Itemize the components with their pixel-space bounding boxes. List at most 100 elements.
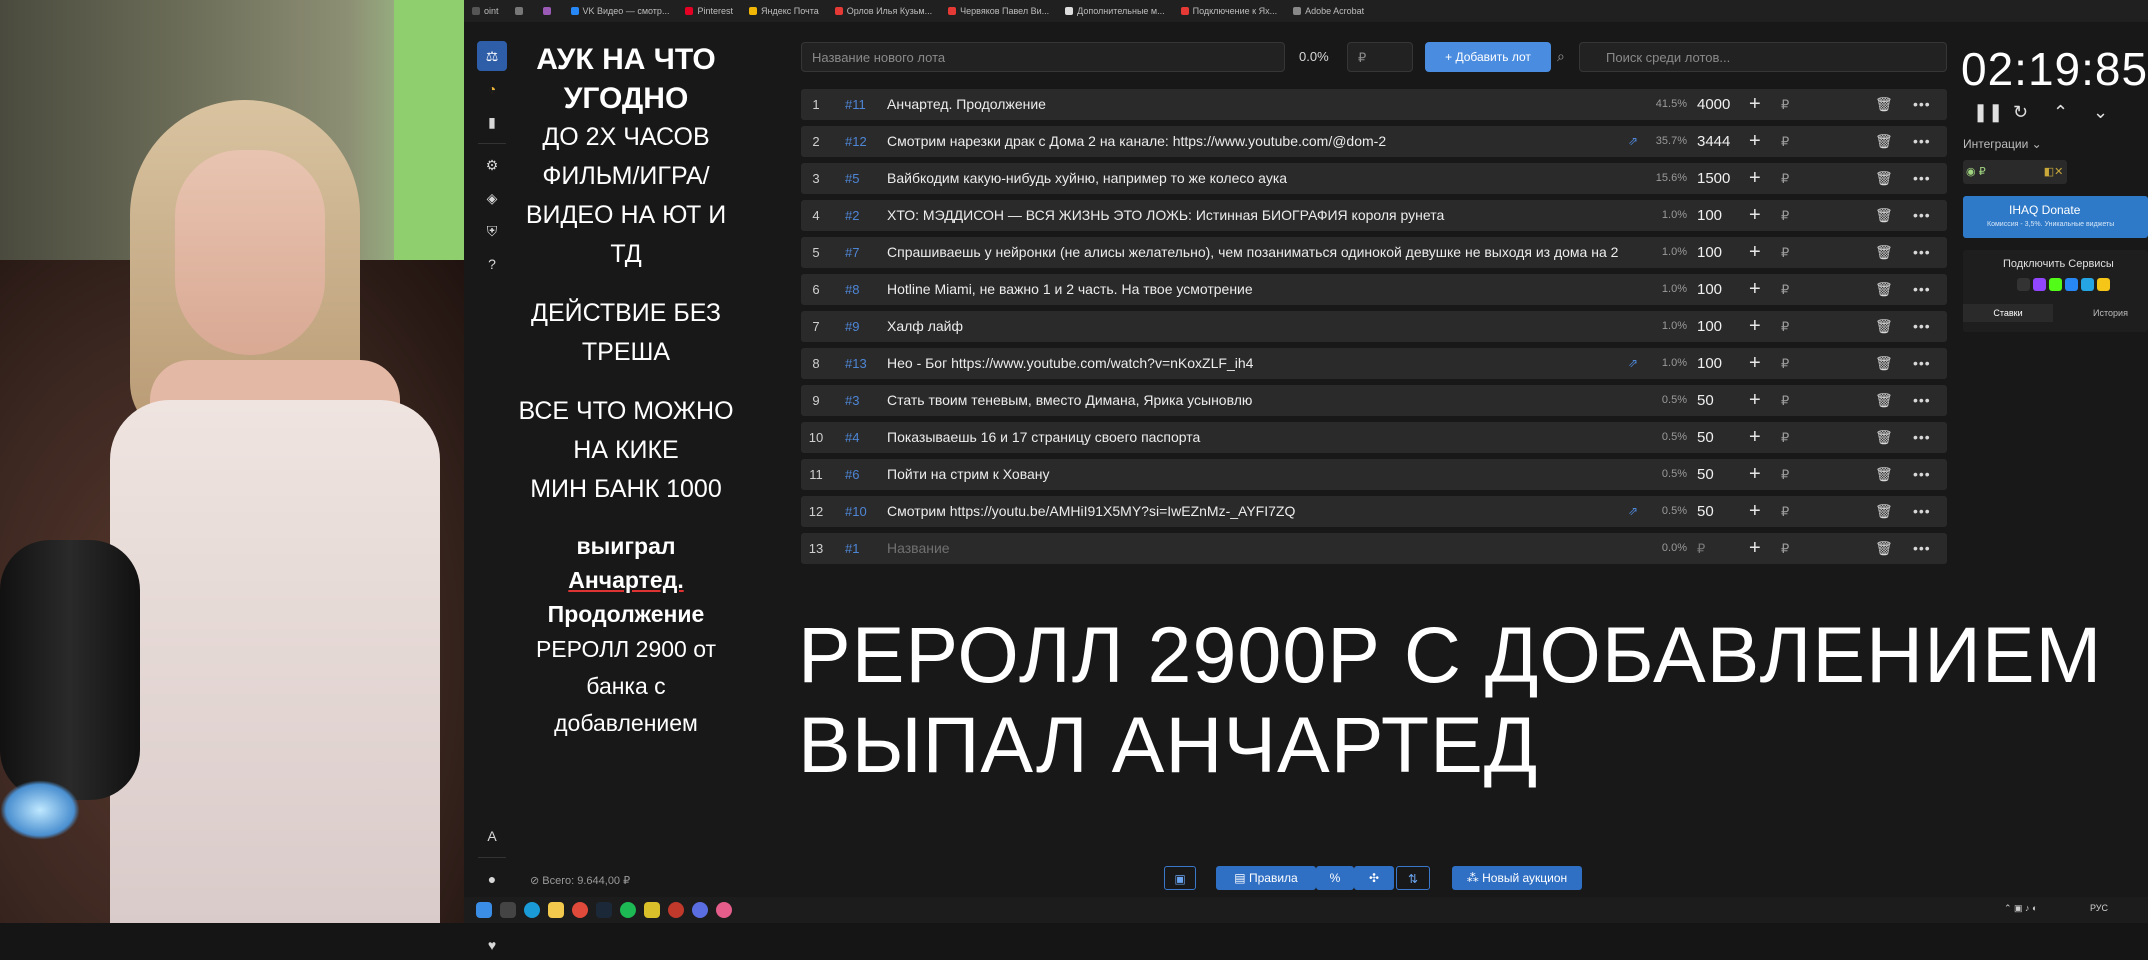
rules-button[interactable]: ▤ Правила bbox=[1216, 866, 1316, 890]
bid-amount-input[interactable]: ₽ bbox=[1781, 126, 1789, 157]
link-icon[interactable]: ⇗ bbox=[1628, 496, 1638, 527]
lot-amount[interactable]: 100 bbox=[1697, 274, 1722, 305]
lot-name[interactable]: Спрашиваешь у нейронки (не алисы желател… bbox=[887, 237, 1647, 268]
pause-icon[interactable]: ❚❚ bbox=[1973, 102, 2003, 123]
lot-amount[interactable]: 100 bbox=[1697, 200, 1722, 231]
trash-icon[interactable]: 🗑 bbox=[1875, 496, 1893, 527]
donate-service-card[interactable]: IHAQ Donate Комиссия - 3,5%. Уникальные … bbox=[1963, 196, 2148, 238]
add-lot-button[interactable]: + Добавить лот bbox=[1425, 42, 1551, 72]
new-lot-amount-input[interactable]: ₽ bbox=[1347, 42, 1413, 72]
add-bid-icon[interactable]: + bbox=[1749, 274, 1761, 305]
browser-tab[interactable]: Adobe Acrobat bbox=[1285, 0, 1372, 22]
service-icon[interactable] bbox=[2017, 278, 2030, 291]
lot-name[interactable]: Смотрим нарезки драк с Дома 2 на канале:… bbox=[887, 126, 1647, 157]
vk-icon[interactable] bbox=[2065, 278, 2078, 291]
lot-row[interactable]: 1 #11 Анчартед. Продолжение 41.5% 4000 + ₽ 🗑 ••• bbox=[801, 89, 1947, 120]
stats-icon[interactable]: ▮ bbox=[477, 107, 507, 137]
kick-icon[interactable] bbox=[2049, 278, 2062, 291]
bid-amount-input[interactable]: ₽ bbox=[1781, 348, 1789, 379]
add-bid-icon[interactable]: + bbox=[1749, 89, 1761, 120]
restart-icon[interactable]: ↻ bbox=[2013, 102, 2028, 123]
more-icon[interactable]: ••• bbox=[1913, 311, 1931, 342]
twitch-icon[interactable] bbox=[2033, 278, 2046, 291]
tab-history[interactable]: История bbox=[2073, 304, 2148, 322]
lot-row[interactable]: 10 #4 Показываешь 16 и 17 страницу своего … bbox=[801, 422, 1947, 453]
bid-amount-input[interactable]: ₽ bbox=[1781, 533, 1789, 564]
bid-amount-input[interactable]: ₽ bbox=[1781, 311, 1789, 342]
more-icon[interactable]: ••• bbox=[1913, 126, 1931, 157]
browser-tab[interactable]: Pinterest bbox=[677, 0, 741, 22]
integration-status[interactable]: ◉ ₽ ◧✕ bbox=[1963, 160, 2067, 184]
lot-row[interactable]: 3 #5 Вайбкодим какую-нибудь хуйню, наприме… bbox=[801, 163, 1947, 194]
language-indicator[interactable]: РУС bbox=[2090, 903, 2108, 913]
github-icon[interactable]: ● bbox=[477, 864, 507, 894]
auction-icon[interactable]: ⚖ bbox=[477, 41, 507, 71]
save-icon[interactable]: ▣ bbox=[1164, 866, 1196, 890]
add-bid-icon[interactable]: + bbox=[1749, 422, 1761, 453]
start-icon[interactable] bbox=[476, 902, 492, 918]
lot-row[interactable]: 11 #6 Пойти на стрим к Ховану 0.5% 50 + ₽ 🗑 ••• bbox=[801, 459, 1947, 490]
help-icon[interactable]: ? bbox=[477, 249, 507, 279]
telegram-service-icon[interactable] bbox=[2081, 278, 2094, 291]
new-auction-button[interactable]: ⁂ Новый аукцион bbox=[1452, 866, 1582, 890]
lot-amount[interactable]: 50 bbox=[1697, 459, 1714, 490]
browser-tab[interactable]: Яндекс Почта bbox=[741, 0, 827, 22]
add-bid-icon[interactable]: + bbox=[1749, 163, 1761, 194]
translate-icon[interactable]: A bbox=[477, 821, 507, 851]
more-icon[interactable]: ••• bbox=[1913, 274, 1931, 305]
task-view-icon[interactable] bbox=[500, 902, 516, 918]
more-icon[interactable]: ••• bbox=[1913, 422, 1931, 453]
lot-name[interactable]: Пойти на стрим к Ховану bbox=[887, 459, 1647, 490]
browser-tab[interactable]: VK Видео — смотр... bbox=[563, 0, 678, 22]
browser-tab[interactable]: Орлов Илья Кузьм... bbox=[827, 0, 940, 22]
layers-icon[interactable]: ◈ bbox=[477, 183, 507, 213]
donate-icon[interactable]: ♥ bbox=[477, 930, 507, 960]
browser-tab[interactable] bbox=[535, 0, 563, 22]
lot-amount[interactable]: 3444 bbox=[1697, 126, 1730, 157]
spotify-icon[interactable] bbox=[620, 902, 636, 918]
lot-row[interactable]: 9 #3 Стать твоим теневым, вместо Димана, Я… bbox=[801, 385, 1947, 416]
lot-name[interactable]: Стать твоим теневым, вместо Димана, Ярик… bbox=[887, 385, 1647, 416]
lot-row[interactable]: 8 #13 Нео - Бог https://www.youtube.com/wa… bbox=[801, 348, 1947, 379]
lot-name[interactable]: Показываешь 16 и 17 страницу своего пасп… bbox=[887, 422, 1647, 453]
trash-icon[interactable]: 🗑 bbox=[1875, 200, 1893, 231]
lot-row[interactable]: 6 #8 Hotline Miami, не важно 1 и 2 часть. … bbox=[801, 274, 1947, 305]
trash-icon[interactable]: 🗑 bbox=[1875, 274, 1893, 305]
lot-name[interactable]: Вайбкодим какую-нибудь хуйню, например т… bbox=[887, 163, 1647, 194]
lot-row[interactable]: 7 #9 Халф лайф 1.0% 100 + ₽ 🗑 ••• bbox=[801, 311, 1947, 342]
add-bid-icon[interactable]: + bbox=[1749, 459, 1761, 490]
bid-amount-input[interactable]: ₽ bbox=[1781, 422, 1789, 453]
trash-icon[interactable]: 🗑 bbox=[1875, 348, 1893, 379]
lot-amount[interactable]: ₽ bbox=[1697, 533, 1705, 564]
more-icon[interactable]: ••• bbox=[1913, 237, 1931, 268]
trash-icon[interactable]: 🗑 bbox=[1875, 163, 1893, 194]
wheel-icon[interactable]: ◔ bbox=[477, 74, 507, 104]
bid-amount-input[interactable]: ₽ bbox=[1781, 89, 1789, 120]
more-icon[interactable]: ••• bbox=[1913, 163, 1931, 194]
lot-name[interactable]: Нео - Бог https://www.youtube.com/watch?… bbox=[887, 348, 1647, 379]
lot-row[interactable]: 5 #7 Спрашиваешь у нейронки (не алисы жела… bbox=[801, 237, 1947, 268]
add-bid-icon[interactable]: + bbox=[1749, 126, 1761, 157]
add-bid-icon[interactable]: + bbox=[1749, 348, 1761, 379]
chevron-up-icon[interactable]: ⌃ bbox=[2053, 102, 2068, 123]
lot-row[interactable]: 2 #12 Смотрим нарезки драк с Дома 2 на кан… bbox=[801, 126, 1947, 157]
tab-bids[interactable]: Ставки bbox=[1963, 304, 2053, 322]
sort-icon[interactable]: ⇅ bbox=[1396, 866, 1430, 890]
lot-name[interactable]: Анчартед. Продолжение bbox=[887, 89, 1647, 120]
add-bid-icon[interactable]: + bbox=[1749, 200, 1761, 231]
search-lots-input[interactable]: Поиск среди лотов... bbox=[1579, 42, 1947, 72]
lot-amount[interactable]: 1500 bbox=[1697, 163, 1730, 194]
lot-amount[interactable]: 50 bbox=[1697, 385, 1714, 416]
more-icon[interactable]: ••• bbox=[1913, 89, 1931, 120]
app-icon[interactable] bbox=[644, 902, 660, 918]
lot-name[interactable]: Халф лайф bbox=[887, 311, 1647, 342]
trash-icon[interactable]: 🗑 bbox=[1875, 126, 1893, 157]
add-bid-icon[interactable]: + bbox=[1749, 237, 1761, 268]
trash-icon[interactable]: 🗑 bbox=[1875, 311, 1893, 342]
lot-amount[interactable]: 100 bbox=[1697, 311, 1722, 342]
lot-amount[interactable]: 100 bbox=[1697, 348, 1722, 379]
more-icon[interactable]: ••• bbox=[1913, 200, 1931, 231]
lot-name[interactable]: ХТО: МЭДДИСОН — ВСЯ ЖИЗНЬ ЭТО ЛОЖЬ: Исти… bbox=[887, 200, 1647, 231]
lot-row[interactable]: 12 #10 Смотрим https://youtu.be/AMHiI91X5M… bbox=[801, 496, 1947, 527]
more-icon[interactable]: ••• bbox=[1913, 533, 1931, 564]
